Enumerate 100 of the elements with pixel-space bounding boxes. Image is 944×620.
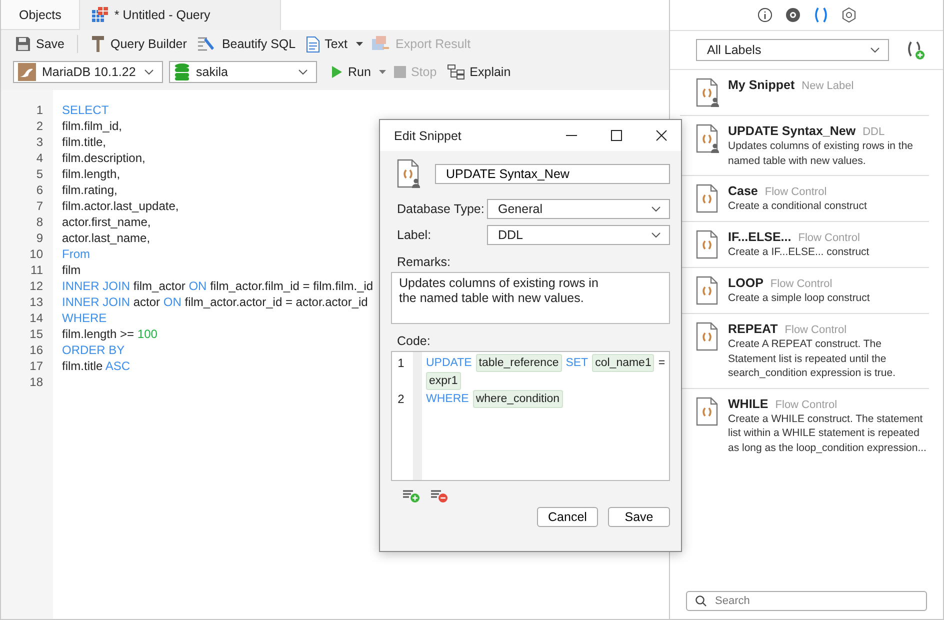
snippet-name: WHILE <box>728 396 768 410</box>
snippet-description: Create a conditional construct <box>728 199 867 214</box>
line-number: 2 <box>396 391 406 408</box>
snippet-label: Flow Control <box>798 232 860 244</box>
play-icon <box>331 65 343 79</box>
snippet-item[interactable]: WHILE Flow Control Create a WHILE construct. The statement list within a WHILE statement is repeated as long as the loop_condition expression... <box>680 388 929 462</box>
code-line: WHERE <box>62 311 107 325</box>
line-number: 1 <box>396 355 406 372</box>
line-number: 4 <box>35 151 43 165</box>
hexagon-icon[interactable] <box>840 6 858 24</box>
placeholder-token[interactable]: where_condition <box>472 390 563 408</box>
snippet-name: REPEAT <box>728 322 778 336</box>
toolbar-button[interactable]: Query Builder <box>88 35 189 53</box>
code-line: film.description, <box>62 151 146 165</box>
line-number: 10 <box>28 247 43 261</box>
line-number: 17 <box>28 359 43 373</box>
keyword: SET <box>566 356 588 371</box>
keyword: WHERE <box>426 392 469 407</box>
field-label: Database Type: <box>397 202 486 216</box>
connection-dropdown[interactable]: MariaDB 10.1.22 <box>13 61 163 83</box>
line-number: 2 <box>35 119 43 133</box>
code-line: actor.last_name, <box>62 231 150 245</box>
snippet-item[interactable]: My Snippet New Label <box>680 70 929 116</box>
code-line: film <box>62 263 81 277</box>
snippet-description: Create a WHILE construct. The statement list within a WHILE statement is repeated as long as the loop_condition expression... <box>728 412 928 455</box>
database-icon <box>174 63 190 81</box>
code-line: From <box>62 247 90 261</box>
chevron-down-icon <box>298 69 308 75</box>
snippet-icon <box>696 396 720 426</box>
user-snippet-icon <box>397 159 421 189</box>
snippet-name: Case <box>728 184 758 198</box>
add-line-icon[interactable] <box>401 489 421 503</box>
remove-line-icon[interactable] <box>429 489 449 503</box>
code-line: film.title ASC <box>62 359 130 373</box>
beautify-icon <box>196 35 217 53</box>
code-line: SELECT <box>62 103 109 117</box>
search-field[interactable]: Search <box>686 591 927 611</box>
chevron-down-icon <box>144 69 154 75</box>
placeholder-token[interactable]: table_reference <box>476 354 562 372</box>
code-editor[interactable]: 1 UPDATE table_reference SET col_name1 = expr1 2 WHERE where_condition <box>391 351 670 481</box>
code-text: = <box>658 356 666 371</box>
line-number: 8 <box>35 215 43 229</box>
dialog-title: Edit Snippet <box>394 128 462 142</box>
document-icon <box>306 36 320 52</box>
snippet-label: Flow Control <box>770 278 832 290</box>
chevron-down-icon <box>870 47 880 53</box>
line-number: 13 <box>28 295 43 309</box>
add-snippet-icon[interactable] <box>905 40 925 60</box>
database-dropdown[interactable]: sakila <box>169 61 317 83</box>
document-tab[interactable]: * Untitled - Query <box>80 0 282 30</box>
snippet-icon <box>696 276 720 306</box>
snippet-label: Flow Control <box>784 324 847 336</box>
close-icon[interactable] <box>656 130 667 141</box>
line-number: 12 <box>28 279 43 293</box>
toolbar-button[interactable]: Explain <box>444 64 513 80</box>
code-line: ORDER BY <box>62 343 125 357</box>
user-snippet-icon <box>696 78 720 108</box>
toolbar-button[interactable]: Run <box>329 65 373 79</box>
toolbar-button[interactable]: Beautify SQL <box>194 35 298 53</box>
line-number: 9 <box>35 231 43 245</box>
snippet-icon <box>696 230 720 260</box>
code-line: film.length >= 100 <box>62 327 158 341</box>
remarks-field[interactable]: Updates columns of existing rows in the named table with new values. <box>391 272 670 324</box>
maximize-icon[interactable] <box>611 130 622 141</box>
toolbar-button[interactable]: Save <box>13 36 66 52</box>
snippet-name-field[interactable]: UPDATE Syntax_New <box>435 164 670 184</box>
chevron-down-icon <box>651 206 661 212</box>
caret-icon[interactable] <box>378 70 386 74</box>
code-line: film.film_id, <box>62 119 122 133</box>
line-number: 1 <box>35 103 43 117</box>
info-icon[interactable] <box>756 6 774 24</box>
snippet-description: Updates columns of existing rows in the named table with new values. <box>728 139 914 168</box>
line-number: 14 <box>28 311 43 325</box>
snippet-label: Flow Control <box>764 186 827 198</box>
code-line: film.rating, <box>62 183 118 197</box>
toolbar-button[interactable]: Text <box>304 36 350 52</box>
line-number: 6 <box>35 183 43 197</box>
eye-icon[interactable] <box>784 6 802 24</box>
snippet-description: Create a simple loop construct <box>728 291 870 306</box>
dialog-button[interactable]: Cancel <box>537 507 598 527</box>
placeholder-token[interactable]: expr1 <box>426 372 461 390</box>
caret-icon[interactable] <box>356 42 363 46</box>
label-filter-dropdown[interactable]: All Labels <box>696 39 889 61</box>
dialog-button[interactable]: Save <box>608 507 670 527</box>
field-label: Label: <box>397 228 432 242</box>
save-icon <box>15 36 31 52</box>
code-line: film.actor.last_update, <box>62 199 179 213</box>
placeholder-token[interactable]: col_name1 <box>592 354 654 372</box>
line-number: 18 <box>28 375 43 389</box>
hammer-icon <box>90 35 106 53</box>
document-tab[interactable]: Objects <box>1 0 80 30</box>
dropdown[interactable]: DDL <box>487 225 670 245</box>
dropdown[interactable]: General <box>487 199 670 219</box>
snippet-description: Create A REPEAT construct. The Statement list is repeated until the search_condition expression is true. <box>728 337 897 380</box>
snippet-name: My Snippet <box>728 78 795 92</box>
user-snippet-icon <box>696 124 720 154</box>
code-label: Code: <box>396 334 432 348</box>
code-line: film.title, <box>62 135 106 149</box>
line-number: 5 <box>35 167 43 181</box>
code-line: film.length, <box>62 167 120 181</box>
